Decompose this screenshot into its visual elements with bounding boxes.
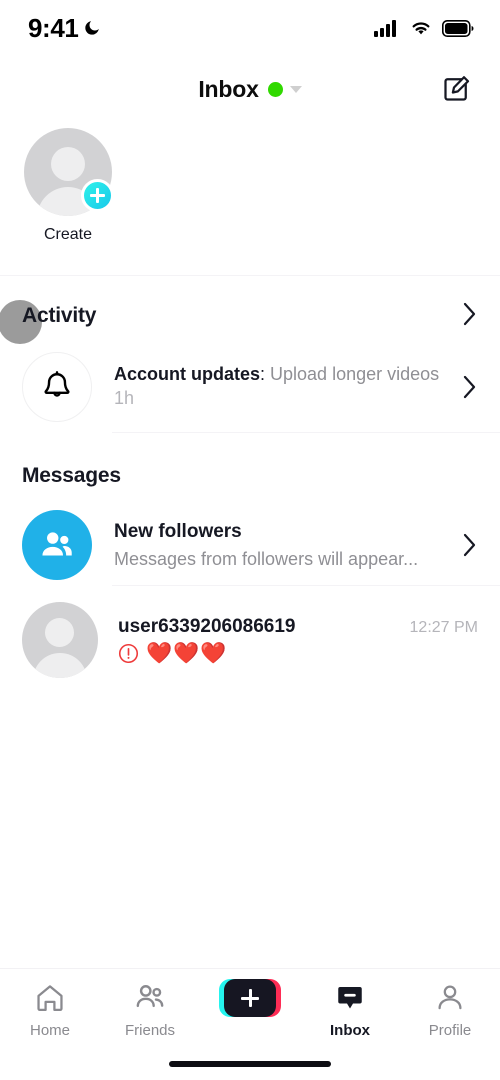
activity-row-account-updates[interactable]: Account updates: Upload longer videos 1h (0, 352, 500, 422)
nav-item-inbox[interactable]: Inbox (300, 981, 400, 1039)
new-followers-title: New followers (114, 520, 242, 542)
messages-section-header: Messages (0, 448, 500, 504)
message-preview-text: ❤️❤️❤️ (146, 642, 228, 665)
create-avatar-wrap[interactable] (24, 128, 114, 216)
bottom-navigation: Home Friends Inbox Profile (0, 968, 500, 1080)
activity-section-header[interactable]: Activity (0, 288, 500, 344)
inbox-icon (335, 981, 365, 1015)
activity-row-icon-wrap (22, 352, 94, 422)
message-row-new-followers[interactable]: New followers Messages from followers wi… (0, 508, 500, 582)
new-followers-chevron[interactable] (462, 532, 478, 558)
friends-icon (133, 981, 167, 1015)
chevron-right-icon (463, 533, 476, 557)
chevron-right-icon (463, 375, 476, 399)
moon-icon (85, 21, 100, 35)
divider-new-followers (112, 585, 500, 586)
message-row-head: user6339206086619 12:27 PM (118, 616, 478, 638)
activity-row-time: 1h (114, 388, 135, 408)
nav-item-create[interactable] (200, 979, 300, 1024)
chevron-down-icon[interactable] (289, 85, 302, 93)
nav-item-home[interactable]: Home (0, 981, 100, 1039)
home-icon (34, 981, 66, 1015)
exclamation-circle-icon (118, 643, 139, 664)
nav-item-profile[interactable]: Profile (400, 981, 500, 1039)
divider-activity (112, 432, 500, 433)
page-header: Inbox (0, 56, 500, 122)
wifi-icon (412, 22, 430, 35)
nav-item-friends[interactable]: Friends (100, 981, 200, 1039)
nav-label-home: Home (29, 1022, 70, 1039)
message-username: user6339206086619 (118, 616, 296, 637)
activity-section-title: Activity (22, 304, 97, 327)
message-row-user[interactable]: user6339206086619 12:27 PM ❤️❤️❤️ (0, 602, 500, 678)
compose-icon (444, 76, 470, 101)
message-preview: ❤️❤️❤️ (118, 643, 478, 664)
compose-button[interactable] (436, 69, 476, 109)
avatar-placeholder-icon[interactable] (22, 602, 98, 678)
activity-row-line: Account updates: Upload longer videos 1h (114, 363, 448, 411)
activity-row-chevron[interactable] (462, 374, 478, 400)
inbox-title-group[interactable]: Inbox (198, 75, 302, 103)
activity-row-text: Account updates: Upload longer videos 1h (114, 363, 448, 411)
new-followers-icon-wrap (22, 510, 94, 580)
chevron-right-icon[interactable] (462, 301, 478, 332)
cellular-signal-icon (374, 20, 396, 37)
status-bar-left: 9:41 (28, 13, 101, 44)
message-row-text: user6339206086619 12:27 PM ❤️❤️❤️ (118, 616, 478, 664)
new-followers-subtitle: Messages from followers will appear... (114, 548, 419, 569)
activity-row-preview: Upload longer videos (270, 364, 440, 385)
battery-icon (442, 19, 474, 37)
activity-row-separator: : (260, 364, 271, 385)
activity-row-title: Account updates (114, 364, 261, 385)
new-followers-text: New followers Messages from followers wi… (114, 521, 448, 570)
bell-icon (22, 352, 92, 422)
two-people-icon (22, 510, 92, 580)
story-item-create[interactable]: Create (20, 128, 116, 244)
divider-stories (0, 275, 500, 276)
profile-icon (434, 981, 466, 1015)
nav-label-inbox: Inbox (330, 1022, 370, 1039)
status-bar-right (374, 19, 474, 37)
tiktok-inbox-screen: 9:41 Inbox Create Activity Account updat… (0, 0, 500, 1080)
story-item-label: Create (43, 226, 93, 243)
online-status-dot[interactable] (267, 81, 283, 97)
page-title: Inbox (198, 75, 259, 102)
stories-row: Create (0, 128, 500, 275)
status-bar: 9:41 (0, 0, 500, 56)
status-bar-time: 9:41 (28, 12, 79, 43)
message-timestamp: 12:27 PM (409, 619, 478, 636)
create-plus-icon[interactable] (219, 979, 281, 1017)
messages-section-title: Messages (22, 464, 121, 487)
plus-icon[interactable] (81, 179, 114, 212)
home-indicator (169, 1061, 331, 1067)
nav-label-profile: Profile (428, 1022, 472, 1039)
nav-label-friends: Friends (124, 1022, 176, 1039)
